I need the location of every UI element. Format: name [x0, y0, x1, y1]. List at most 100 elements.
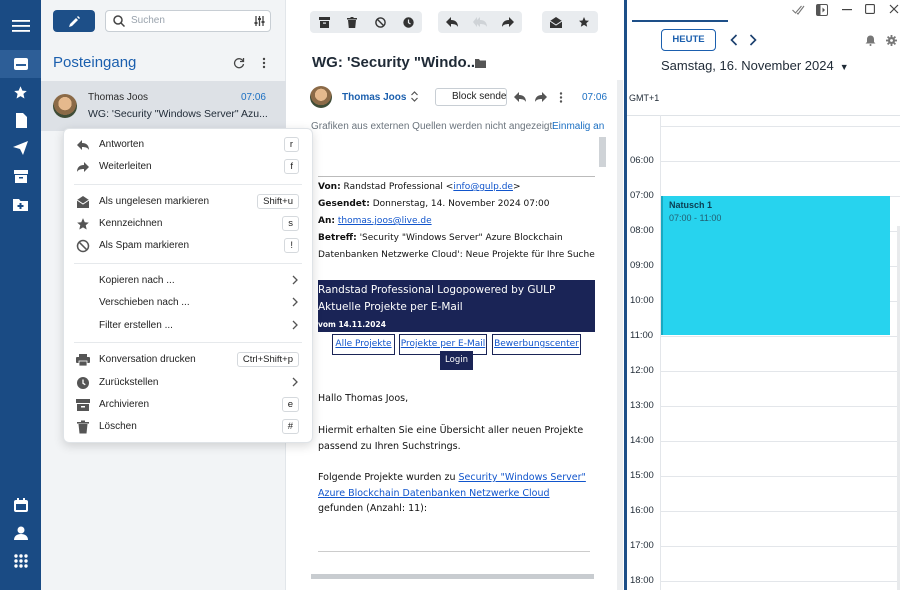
- envelope-icon: [76, 196, 90, 208]
- hour-line: [661, 336, 900, 337]
- nav-application-center[interactable]: Bewerbungscenter: [492, 334, 581, 355]
- reply-icon: [446, 17, 458, 27]
- hour-label: 06:00: [630, 155, 654, 166]
- folder-add-icon[interactable]: [0, 190, 41, 218]
- chevron-left-icon[interactable]: [730, 34, 738, 46]
- hour-line: [661, 581, 900, 582]
- reply-all-button[interactable]: [466, 11, 494, 33]
- star-icon: [579, 17, 589, 27]
- menu-icon[interactable]: [0, 12, 41, 40]
- horizontal-scrollbar[interactable]: [311, 574, 594, 579]
- block-sender-button[interactable]: Block sender: [435, 88, 507, 106]
- gear-icon[interactable]: [886, 35, 897, 46]
- mail-list-item[interactable]: Thomas Joos 07:06 WG: 'Security "Windows…: [41, 81, 286, 131]
- hour-label: 14:00: [630, 435, 654, 446]
- forward-button[interactable]: [494, 11, 522, 33]
- flag-button[interactable]: [570, 11, 598, 33]
- more-options-icon[interactable]: [262, 57, 266, 69]
- event-time-range: 07:00 - 11:00: [669, 213, 722, 223]
- contacts-icon[interactable]: [0, 519, 41, 547]
- spam-button[interactable]: [366, 11, 394, 33]
- menu-mark-unread[interactable]: Als ungelesen markieren Shift+u: [64, 191, 314, 213]
- reader-sender-name[interactable]: Thomas Joos: [342, 92, 406, 103]
- mark-read-button[interactable]: [542, 11, 570, 33]
- to-email-link[interactable]: thomas.joos@live.de: [338, 216, 432, 226]
- hour-label: 17:00: [630, 540, 654, 551]
- reply-button[interactable]: [438, 11, 466, 33]
- archive-icon[interactable]: [0, 162, 41, 190]
- menu-move-to[interactable]: Verschieben nach ...: [64, 292, 314, 314]
- toolbar-group-1: [310, 11, 422, 33]
- panel-toggle-icon[interactable]: [816, 4, 828, 16]
- archive-button[interactable]: [310, 11, 338, 33]
- compose-button[interactable]: [53, 10, 95, 32]
- menu-print[interactable]: Konversation drucken Ctrl+Shift+p: [64, 349, 314, 371]
- apps-grid-icon[interactable]: [0, 547, 41, 575]
- menu-reply[interactable]: Antworten r: [64, 134, 314, 156]
- mail-body: Von: Randstad Professional <info@gulp.de…: [308, 170, 597, 570]
- newsletter-banner: Randstad Professional Logopowered by GUL…: [318, 280, 595, 332]
- snooze-button[interactable]: [394, 11, 422, 33]
- calendar-icon[interactable]: [0, 491, 41, 519]
- menu-archive[interactable]: Archivieren e: [64, 394, 314, 416]
- menu-spam[interactable]: Als Spam markieren !: [64, 235, 314, 257]
- menu-snooze[interactable]: Zurückstellen: [64, 372, 314, 394]
- menu-forward[interactable]: Weiterleiten f: [64, 156, 314, 178]
- minimize-icon[interactable]: [842, 9, 852, 11]
- chevron-right-icon: [292, 297, 298, 307]
- calendar-event[interactable]: Natusch 1 07:00 - 11:00: [661, 196, 890, 335]
- mail-app-icon[interactable]: [0, 50, 41, 78]
- double-check-icon[interactable]: [792, 5, 805, 15]
- star-icon[interactable]: [0, 78, 41, 106]
- menu-flag[interactable]: Kennzeichnen s: [64, 213, 314, 235]
- hour-line: [661, 476, 900, 477]
- reader-scrollbar[interactable]: [617, 80, 623, 590]
- more-options-icon[interactable]: [559, 92, 563, 103]
- time-column-separator: [660, 115, 661, 590]
- nav-all-projects[interactable]: Alle Projekte: [332, 334, 395, 355]
- mail-body-scroll-thumb[interactable]: [599, 137, 606, 167]
- hour-label: 09:00: [630, 260, 654, 271]
- hour-label: 18:00: [630, 575, 654, 586]
- refresh-icon[interactable]: [233, 57, 245, 69]
- from-email-link[interactable]: info@gulp.de: [453, 182, 513, 192]
- menu-copy-to[interactable]: Kopieren nach ...: [64, 270, 314, 292]
- hour-label: 15:00: [630, 470, 654, 481]
- filter-options-icon[interactable]: [254, 16, 265, 26]
- greeting: Hallo Thomas Joos,: [318, 393, 409, 404]
- mail-sender: Thomas Joos: [88, 92, 149, 103]
- menu-delete[interactable]: Löschen #: [64, 416, 314, 438]
- tab-indicator: [632, 20, 728, 22]
- hour-line: [661, 126, 900, 127]
- block-icon: [76, 239, 90, 253]
- reply-icon[interactable]: [514, 92, 526, 102]
- star-icon: [77, 218, 89, 230]
- document-icon[interactable]: [0, 106, 41, 134]
- banner-logo-text: Randstad Professional Logopowered by GUL…: [318, 284, 556, 296]
- load-images-link[interactable]: Einmalig an: [552, 121, 604, 132]
- forward-icon: [77, 162, 89, 172]
- external-images-notice: Grafiken aus externen Quellen werden nic…: [311, 121, 556, 132]
- close-icon[interactable]: [889, 4, 899, 14]
- calendar-date-title[interactable]: Samstag, 16. November 2024 ▼: [661, 58, 849, 73]
- chevron-right-icon[interactable]: [749, 34, 757, 46]
- search-icon: [113, 15, 125, 27]
- menu-separator: [74, 342, 302, 343]
- forward-icon[interactable]: [535, 92, 547, 102]
- bell-icon[interactable]: [865, 35, 876, 46]
- expand-collapse-icon[interactable]: [411, 91, 418, 102]
- divider: [318, 551, 590, 552]
- mail-time: 07:06: [240, 92, 266, 103]
- send-icon[interactable]: [0, 134, 41, 162]
- header-from: Von: Randstad Professional <info@gulp.de…: [318, 182, 521, 192]
- login-button[interactable]: Login: [440, 351, 473, 370]
- maximize-icon[interactable]: [865, 4, 875, 14]
- menu-create-filter[interactable]: Filter erstellen ...: [64, 315, 314, 337]
- search-input[interactable]: Suchen: [105, 10, 271, 32]
- reply-icon: [77, 140, 89, 150]
- caret-down-icon: ▼: [839, 62, 849, 72]
- today-button[interactable]: HEUTE: [661, 29, 716, 51]
- intro-text: Hiermit erhalten Sie eine Übersicht alle…: [318, 425, 584, 452]
- delete-button[interactable]: [338, 11, 366, 33]
- hour-label: 11:00: [630, 330, 654, 341]
